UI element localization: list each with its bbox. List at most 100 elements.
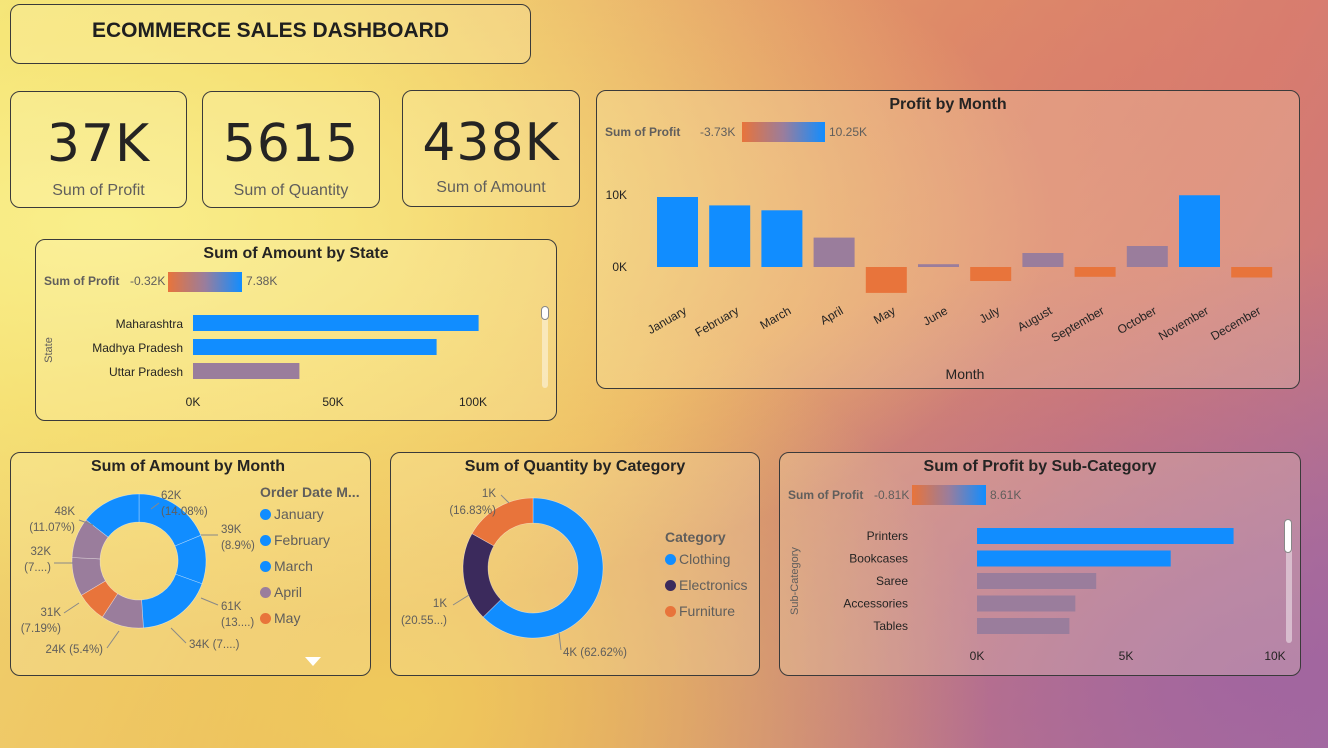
bar[interactable] [970, 267, 1012, 281]
donut-slice[interactable] [462, 533, 502, 618]
data-label-pct: (7....) [24, 562, 51, 574]
data-label-pct: (14.08%) [161, 506, 208, 518]
state-bar-chart: State Maharashtra Madhya Pradesh Uttar Prad… [43, 315, 487, 409]
x-tick-label: February [693, 303, 742, 339]
legend-item[interactable]: Electronics [665, 577, 747, 593]
data-label-pct: (7.19%) [21, 623, 61, 635]
category-label: Accessories [843, 597, 908, 611]
bar[interactable] [709, 205, 751, 267]
legend-dot-icon [260, 535, 271, 546]
legend-dot-icon [260, 613, 271, 624]
bar[interactable] [865, 267, 907, 293]
x-tick-label: January [645, 303, 689, 336]
legend-item[interactable]: Furniture [665, 603, 735, 619]
legend-dot-icon [665, 554, 676, 565]
bar[interactable] [1126, 246, 1168, 267]
bar[interactable] [1022, 253, 1064, 267]
legend-item[interactable]: February [260, 532, 330, 548]
x-axis-label: Month [946, 366, 985, 382]
legend-dot-icon [665, 580, 676, 591]
legend-dot-icon [260, 509, 271, 520]
donut-slice[interactable] [141, 573, 203, 629]
category-label: Printers [867, 529, 908, 543]
leader-line [200, 597, 219, 606]
category-label: Maharashtra [116, 317, 184, 331]
data-label: 24K (5.4%) [45, 644, 103, 656]
x-tick-label: November [1156, 303, 1211, 343]
legend-dot-icon [260, 561, 271, 572]
scrollbar-track[interactable] [542, 308, 548, 388]
profit-month-chart-card[interactable]: Profit by Month Sum of Profit -3.73K 10.… [596, 90, 1300, 389]
x-tick-label: May [871, 303, 898, 326]
bar[interactable] [1074, 267, 1116, 277]
data-label-pct: (8.9%) [221, 540, 255, 552]
data-label: 34K (7....) [189, 639, 240, 651]
data-label-value: 31K [41, 607, 62, 619]
bar[interactable] [1231, 267, 1273, 278]
data-label: 4K (62.62%) [563, 647, 627, 659]
data-label-pct: (20.55...) [401, 615, 447, 627]
scrollbar-thumb[interactable] [1284, 519, 1292, 553]
bar[interactable] [977, 595, 1076, 612]
legend-item[interactable]: May [260, 610, 300, 626]
bar[interactable] [977, 618, 1070, 634]
amount-month-donut-card[interactable]: Sum of Amount by Month 62K (14.08%) 39K (8.… [10, 452, 371, 676]
leader-line [170, 627, 187, 644]
leader-line [558, 632, 562, 651]
legend-dot-icon [260, 587, 271, 598]
bar[interactable] [813, 237, 855, 267]
leader-line [500, 494, 510, 504]
qty-category-donut-card[interactable]: Sum of Quantity by Category 4K (62.62%) 1… [390, 452, 760, 676]
category-label: Madhya Pradesh [92, 341, 183, 355]
data-label-value: 48K [55, 506, 76, 518]
y-tick-label: 0K [612, 260, 627, 274]
legend-item[interactable]: Clothing [665, 551, 730, 567]
data-label-pct: (16.83%) [449, 505, 496, 517]
category-label: Tables [873, 619, 908, 633]
x-tick-label: September [1049, 303, 1107, 344]
bar[interactable] [977, 573, 1097, 589]
legend-label: February [274, 532, 331, 548]
bar[interactable] [977, 528, 1234, 544]
y-tick-label: 10K [606, 188, 627, 202]
subcat-bar-chart: Sub-Category Printers Bookcases Saree Access… [789, 528, 1286, 663]
bar[interactable] [193, 315, 479, 331]
bar[interactable] [1179, 195, 1220, 267]
data-label-pct: (11.07%) [29, 522, 75, 534]
bar[interactable] [977, 550, 1171, 567]
bar[interactable] [193, 363, 300, 379]
legend-item[interactable]: March [260, 558, 313, 574]
data-label-value: 61K [221, 601, 242, 613]
bar[interactable] [918, 264, 959, 267]
legend-dot-icon [665, 606, 676, 617]
y-axis-label: Sub-Category [789, 547, 801, 615]
kpi-card-profit[interactable]: 37K Sum of Profit [10, 91, 187, 208]
x-tick-label: June [920, 303, 950, 328]
bar[interactable] [193, 339, 437, 355]
subcat-chart-card[interactable]: Sum of Profit by Sub-Category Sum of Pro… [779, 452, 1301, 676]
x-tick-label: December [1208, 303, 1263, 343]
scrollbar-thumb[interactable] [541, 306, 549, 320]
bar[interactable] [761, 210, 803, 267]
dashboard-title: ECOMMERCE SALES DASHBOARD [91, 19, 450, 42]
legend-scroll-down-icon[interactable] [305, 657, 321, 667]
leader-line [452, 594, 470, 606]
legend-item[interactable]: January [260, 506, 324, 522]
x-tick-label: 0K [970, 649, 985, 663]
legend-item[interactable]: April [260, 584, 302, 600]
kpi-value: 37K [46, 114, 151, 174]
kpi-label: Sum of Profit [52, 182, 145, 199]
kpi-card-quantity[interactable]: 5615 Sum of Quantity [202, 91, 380, 208]
kpi-card-amount[interactable]: 438K Sum of Amount [402, 90, 580, 207]
leader-line [106, 630, 120, 649]
data-label-value: 62K [161, 490, 182, 502]
data-label-value: 1K [482, 488, 496, 500]
legend-label: May [274, 610, 301, 626]
leader-line [63, 602, 80, 614]
data-label-value: 39K [221, 524, 242, 536]
category-label: Bookcases [849, 552, 908, 566]
state-chart-card[interactable]: Sum of Amount by State Sum of Profit -0.… [35, 239, 557, 421]
x-tick-label: March [758, 303, 794, 332]
bar[interactable] [657, 197, 698, 267]
kpi-label: Sum of Amount [436, 179, 546, 196]
